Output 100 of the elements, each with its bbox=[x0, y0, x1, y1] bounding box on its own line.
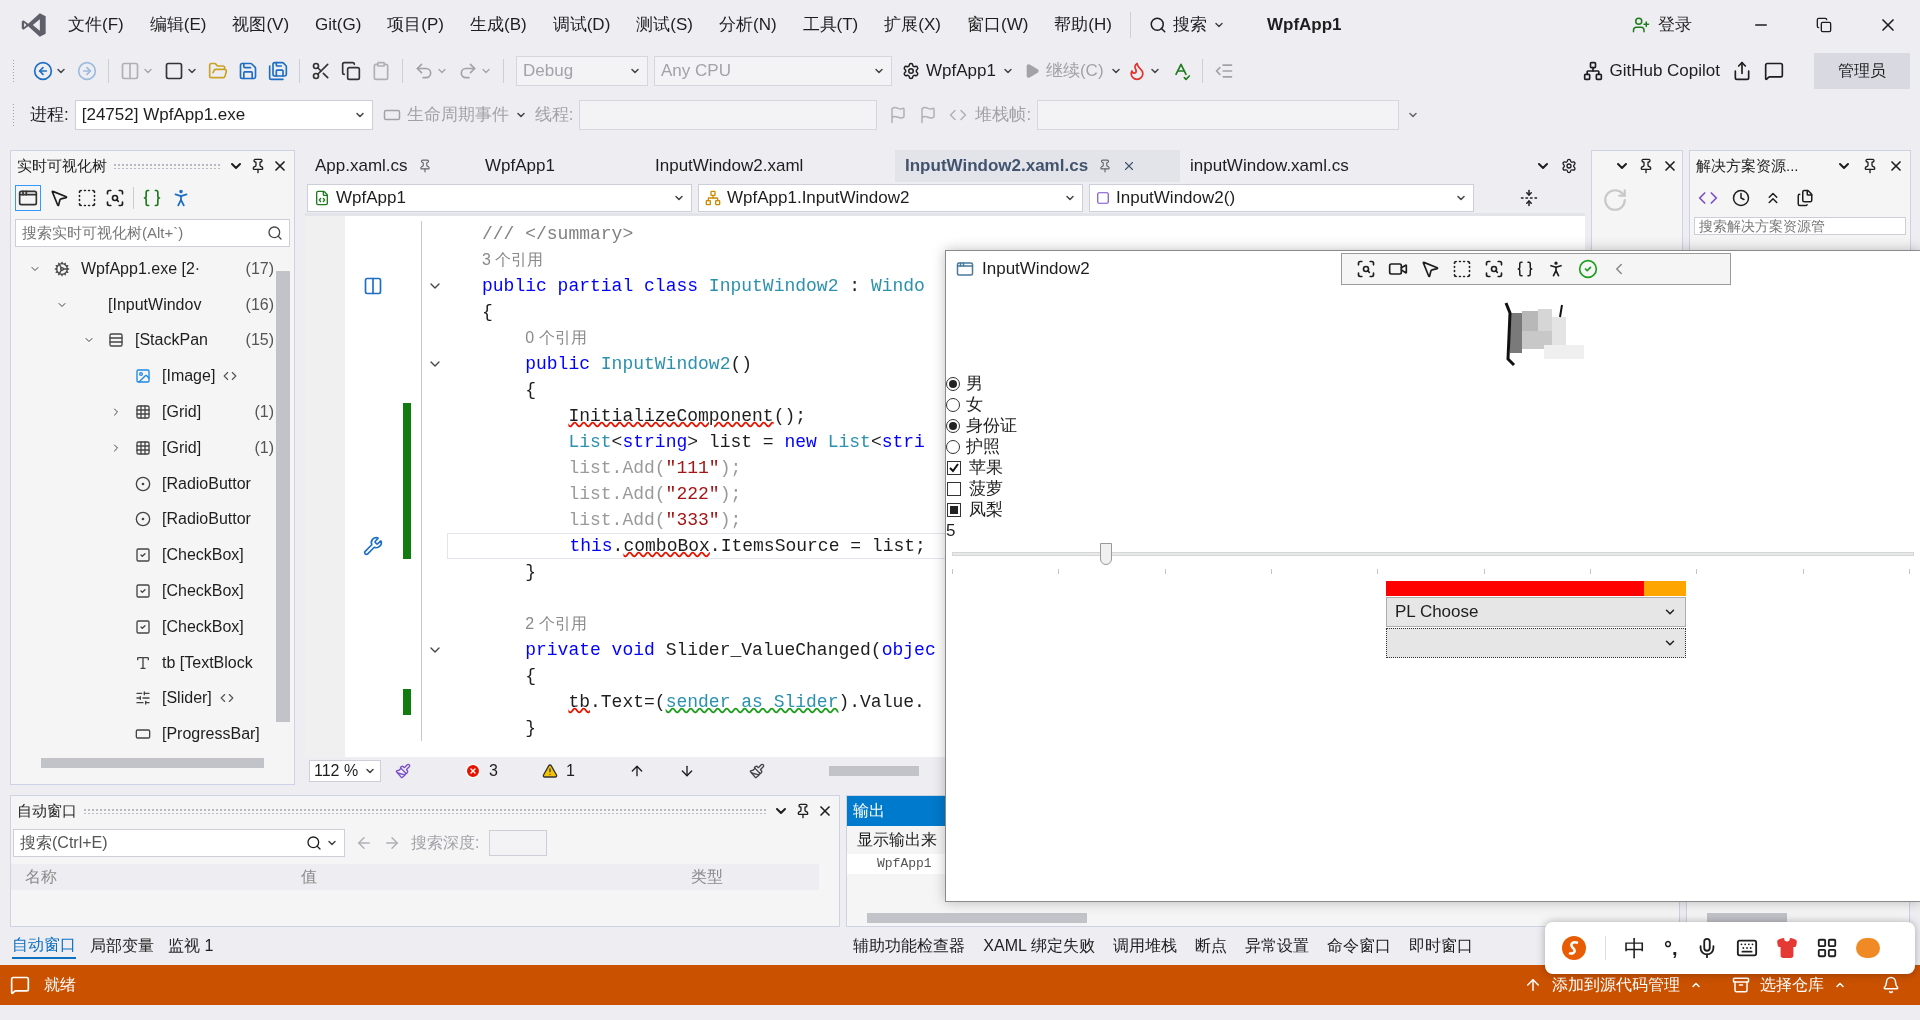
window-icon[interactable] bbox=[15, 185, 41, 211]
tool-window-tab[interactable]: 自动窗口 bbox=[12, 933, 76, 959]
add-to-source-control-button[interactable]: 添加到源代码管理 bbox=[1524, 973, 1702, 997]
shirt-icon[interactable] bbox=[1775, 937, 1798, 959]
editor-tab[interactable]: InputWindow2.xaml.cs bbox=[895, 150, 1180, 182]
menu-item[interactable]: 扩展(X) bbox=[884, 12, 941, 38]
combo-box[interactable] bbox=[1386, 628, 1686, 658]
pin-icon[interactable] bbox=[250, 158, 266, 174]
tool-window-tab[interactable]: 命令窗口 bbox=[1326, 934, 1391, 958]
checkbox[interactable]: 苹果 bbox=[947, 457, 1003, 478]
clock-icon[interactable] bbox=[1732, 189, 1750, 207]
input-mode-button[interactable]: 中 bbox=[1624, 931, 1646, 965]
tree-item[interactable]: [RadioButtor bbox=[11, 501, 276, 538]
menu-item[interactable]: 编辑(E) bbox=[149, 12, 207, 38]
track-focus-icon[interactable] bbox=[105, 188, 125, 208]
tool-window-tab[interactable]: 即时窗口 bbox=[1408, 934, 1473, 958]
copilot-button[interactable]: GitHub Copilot bbox=[1583, 55, 1720, 87]
tree-item[interactable]: [Grid] (1) bbox=[11, 430, 276, 466]
keyboard-icon[interactable] bbox=[1735, 937, 1758, 959]
radio-button[interactable]: 女 bbox=[946, 394, 983, 415]
menu-item[interactable]: 分析(N) bbox=[718, 12, 777, 38]
pointer-icon[interactable] bbox=[49, 188, 69, 208]
bell-icon[interactable] bbox=[1882, 976, 1900, 994]
menu-item[interactable]: 项目(P) bbox=[387, 12, 444, 38]
combo-box[interactable]: PL Choose bbox=[1386, 597, 1686, 627]
reference-count[interactable]: 2 个引用 bbox=[525, 612, 587, 636]
checkbox[interactable]: 凤梨 bbox=[947, 499, 1003, 520]
pin-icon[interactable] bbox=[1862, 158, 1878, 174]
layout-adorner-icon[interactable] bbox=[77, 188, 97, 208]
restore-icon[interactable] bbox=[1816, 17, 1832, 33]
process-dropdown[interactable]: [24752] WpfApp1.exe bbox=[74, 99, 373, 130]
binding-icon[interactable] bbox=[1516, 260, 1534, 278]
brush-icon[interactable] bbox=[748, 763, 765, 779]
slider-thumb[interactable] bbox=[1099, 543, 1112, 565]
screwdriver-icon[interactable] bbox=[362, 536, 383, 556]
tree-item[interactable]: tb [TextBlock bbox=[11, 644, 276, 681]
tool-window-tab[interactable]: 监视 1 bbox=[168, 934, 214, 958]
tree-item[interactable]: [Slider] bbox=[11, 680, 276, 717]
tool-window-tab[interactable]: XAML 绑定失败 bbox=[983, 934, 1095, 958]
tool-window-tab[interactable]: 辅助功能检查器 bbox=[853, 934, 966, 958]
search-field[interactable]: 搜索实时可视化树(Alt+`) bbox=[15, 219, 290, 247]
tool-window-tab[interactable]: 局部变量 bbox=[90, 934, 154, 958]
menu-item[interactable]: 工具(T) bbox=[802, 12, 859, 38]
settings-icon[interactable] bbox=[1561, 158, 1577, 174]
tree-item[interactable]: [CheckBox] bbox=[11, 573, 276, 609]
tool-window-tab[interactable]: 调用堆栈 bbox=[1112, 934, 1177, 958]
menu-item[interactable]: 窗口(W) bbox=[966, 12, 1029, 38]
menu-item[interactable]: 文件(F) bbox=[68, 12, 124, 38]
files-icon[interactable] bbox=[1796, 189, 1814, 207]
tree-item[interactable]: [CheckBox] bbox=[11, 608, 276, 645]
navigation-dropdown[interactable]: InputWindow2() bbox=[1089, 183, 1474, 212]
split-icon[interactable] bbox=[1520, 188, 1538, 207]
code-cleanup-icon[interactable] bbox=[395, 763, 411, 779]
menu-item[interactable]: 测试(S) bbox=[636, 12, 693, 38]
pointer-icon[interactable] bbox=[1420, 259, 1440, 279]
menu-item[interactable]: Git(G) bbox=[315, 12, 362, 38]
grid-icon[interactable] bbox=[1815, 937, 1838, 959]
zoom-dropdown[interactable]: 112 % bbox=[309, 760, 381, 782]
select-repository-button[interactable]: 选择仓库 bbox=[1732, 973, 1846, 997]
search-field[interactable]: 搜索解决方案资源管 bbox=[1694, 217, 1906, 235]
close-icon[interactable] bbox=[272, 158, 288, 174]
menu-item[interactable]: 生成(B) bbox=[470, 12, 527, 38]
tree-item[interactable]: [RadioButtor bbox=[11, 465, 276, 502]
radio-button[interactable]: 身份证 bbox=[946, 415, 1017, 436]
share-icon[interactable] bbox=[1732, 61, 1752, 81]
tree-item[interactable]: [StackPan (15) bbox=[11, 322, 276, 359]
menu-item[interactable]: 视图(V) bbox=[232, 12, 290, 38]
menu-item[interactable]: 调试(D) bbox=[552, 12, 611, 38]
menu-item[interactable]: 帮助(H) bbox=[1054, 12, 1112, 38]
select-element-icon[interactable] bbox=[1356, 259, 1376, 279]
layout-adorner-icon[interactable] bbox=[1452, 259, 1472, 279]
punctuation-button[interactable]: °, bbox=[1664, 933, 1678, 963]
tree-item[interactable]: [InputWindov (16) bbox=[11, 286, 276, 323]
navigation-dropdown[interactable]: WpfApp1 bbox=[307, 183, 692, 212]
tool-window-tab[interactable]: 异常设置 bbox=[1244, 934, 1309, 958]
tree-item[interactable]: [ProgressBar] bbox=[11, 716, 276, 753]
tool-window-tab[interactable]: 断点 bbox=[1194, 934, 1227, 958]
reference-count[interactable]: 0 个引用 bbox=[525, 326, 587, 350]
track-focus-icon[interactable] bbox=[1484, 259, 1504, 279]
navigation-dropdown[interactable]: WpfApp1.InputWindow2 bbox=[698, 183, 1083, 212]
pin-icon[interactable] bbox=[795, 803, 811, 819]
close-icon[interactable] bbox=[1662, 158, 1678, 174]
search-button[interactable]: 搜索 bbox=[1148, 12, 1225, 38]
warning-count[interactable]: 1 bbox=[541, 759, 575, 783]
tree-item[interactable]: [CheckBox] bbox=[11, 537, 276, 574]
startup-project-button[interactable]: WpfApp1 bbox=[902, 55, 1014, 87]
tree-item[interactable]: [Image] bbox=[11, 358, 276, 395]
close-icon[interactable] bbox=[817, 803, 833, 819]
check-icon[interactable] bbox=[1578, 259, 1598, 279]
reference-count[interactable]: 3 个引用 bbox=[482, 248, 544, 272]
search-field[interactable]: 搜索(Ctrl+E) bbox=[13, 829, 345, 857]
pin-icon[interactable] bbox=[1638, 158, 1654, 174]
radio-button[interactable]: 护照 bbox=[946, 436, 1000, 457]
checkbox[interactable]: 菠萝 bbox=[947, 478, 1003, 499]
tree-item[interactable]: WpfApp1.exe [2· (17) bbox=[11, 251, 276, 287]
admin-button[interactable]: 管理员 bbox=[1814, 53, 1910, 89]
feedback-icon[interactable] bbox=[1764, 61, 1784, 81]
error-count[interactable]: 3 bbox=[465, 759, 498, 783]
close-icon[interactable] bbox=[1888, 158, 1904, 174]
tree-item[interactable]: [Grid] (1) bbox=[11, 394, 276, 430]
